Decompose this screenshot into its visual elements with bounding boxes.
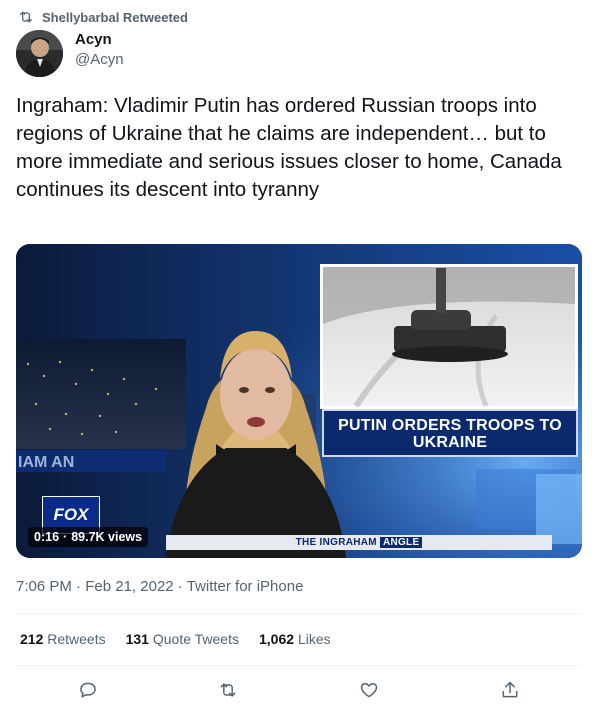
retweet-context-label: Shellybarbal Retweeted xyxy=(42,9,188,25)
reply-button[interactable] xyxy=(74,676,102,704)
badge-separator: · xyxy=(63,530,68,544)
retweet-icon xyxy=(20,11,32,23)
divider xyxy=(16,613,582,614)
tweet-stats: 212 Retweets 131 Quote Tweets 1,062 Like… xyxy=(20,631,331,647)
tweet-source[interactable]: Twitter for iPhone xyxy=(187,578,304,595)
show-name-suffix: ANGLE xyxy=(379,537,423,548)
show-title-bar: THE INGRAHAM ANGLE xyxy=(166,535,552,550)
tweet-meta: 7:06 PM · Feb 21, 2022 · Twitter for iPh… xyxy=(16,578,303,595)
tweet-actions xyxy=(0,676,598,704)
author-name[interactable]: Acyn xyxy=(75,30,124,50)
left-banner-text: IAM AN xyxy=(18,454,74,471)
author-handle[interactable]: @Acyn xyxy=(75,50,124,70)
avatar[interactable] xyxy=(16,30,63,77)
tweet-time[interactable]: 7:06 PM xyxy=(16,578,72,595)
video-frame: IAM AN xyxy=(16,244,582,558)
divider xyxy=(16,665,582,666)
retweet-button[interactable] xyxy=(214,676,242,704)
video-views: 89.7K views xyxy=(71,530,143,544)
news-headline: PUTIN ORDERS TROOPS TO UKRAINE xyxy=(322,409,578,457)
likes-stat[interactable]: 1,062 Likes xyxy=(259,631,331,647)
show-name: THE INGRAHAM xyxy=(295,537,377,548)
quote-tweets-stat[interactable]: 131 Quote Tweets xyxy=(126,631,239,647)
reply-icon xyxy=(80,682,96,698)
tweet-author: Acyn @Acyn xyxy=(16,30,124,77)
retweet-context[interactable]: Shellybarbal Retweeted xyxy=(18,9,188,25)
retweet-icon xyxy=(220,683,236,697)
video-info-badge: 0:16 · 89.7K views xyxy=(28,527,149,547)
meta-sep-1: · xyxy=(76,578,82,595)
video-player[interactable]: IAM AN PUTIN ORDERS TROOPS TO UKRAINE TH… xyxy=(16,244,582,558)
retweets-stat[interactable]: 212 Retweets xyxy=(20,631,106,647)
like-button[interactable] xyxy=(355,676,383,704)
share-icon xyxy=(502,681,518,698)
share-button[interactable] xyxy=(496,676,524,704)
like-icon xyxy=(360,683,378,698)
video-duration: 0:16 xyxy=(34,530,60,544)
tweet-date[interactable]: Feb 21, 2022 xyxy=(85,578,173,595)
tweet-text: Ingraham: Vladimir Putin has ordered Rus… xyxy=(16,94,562,201)
meta-sep-2: · xyxy=(177,578,183,595)
